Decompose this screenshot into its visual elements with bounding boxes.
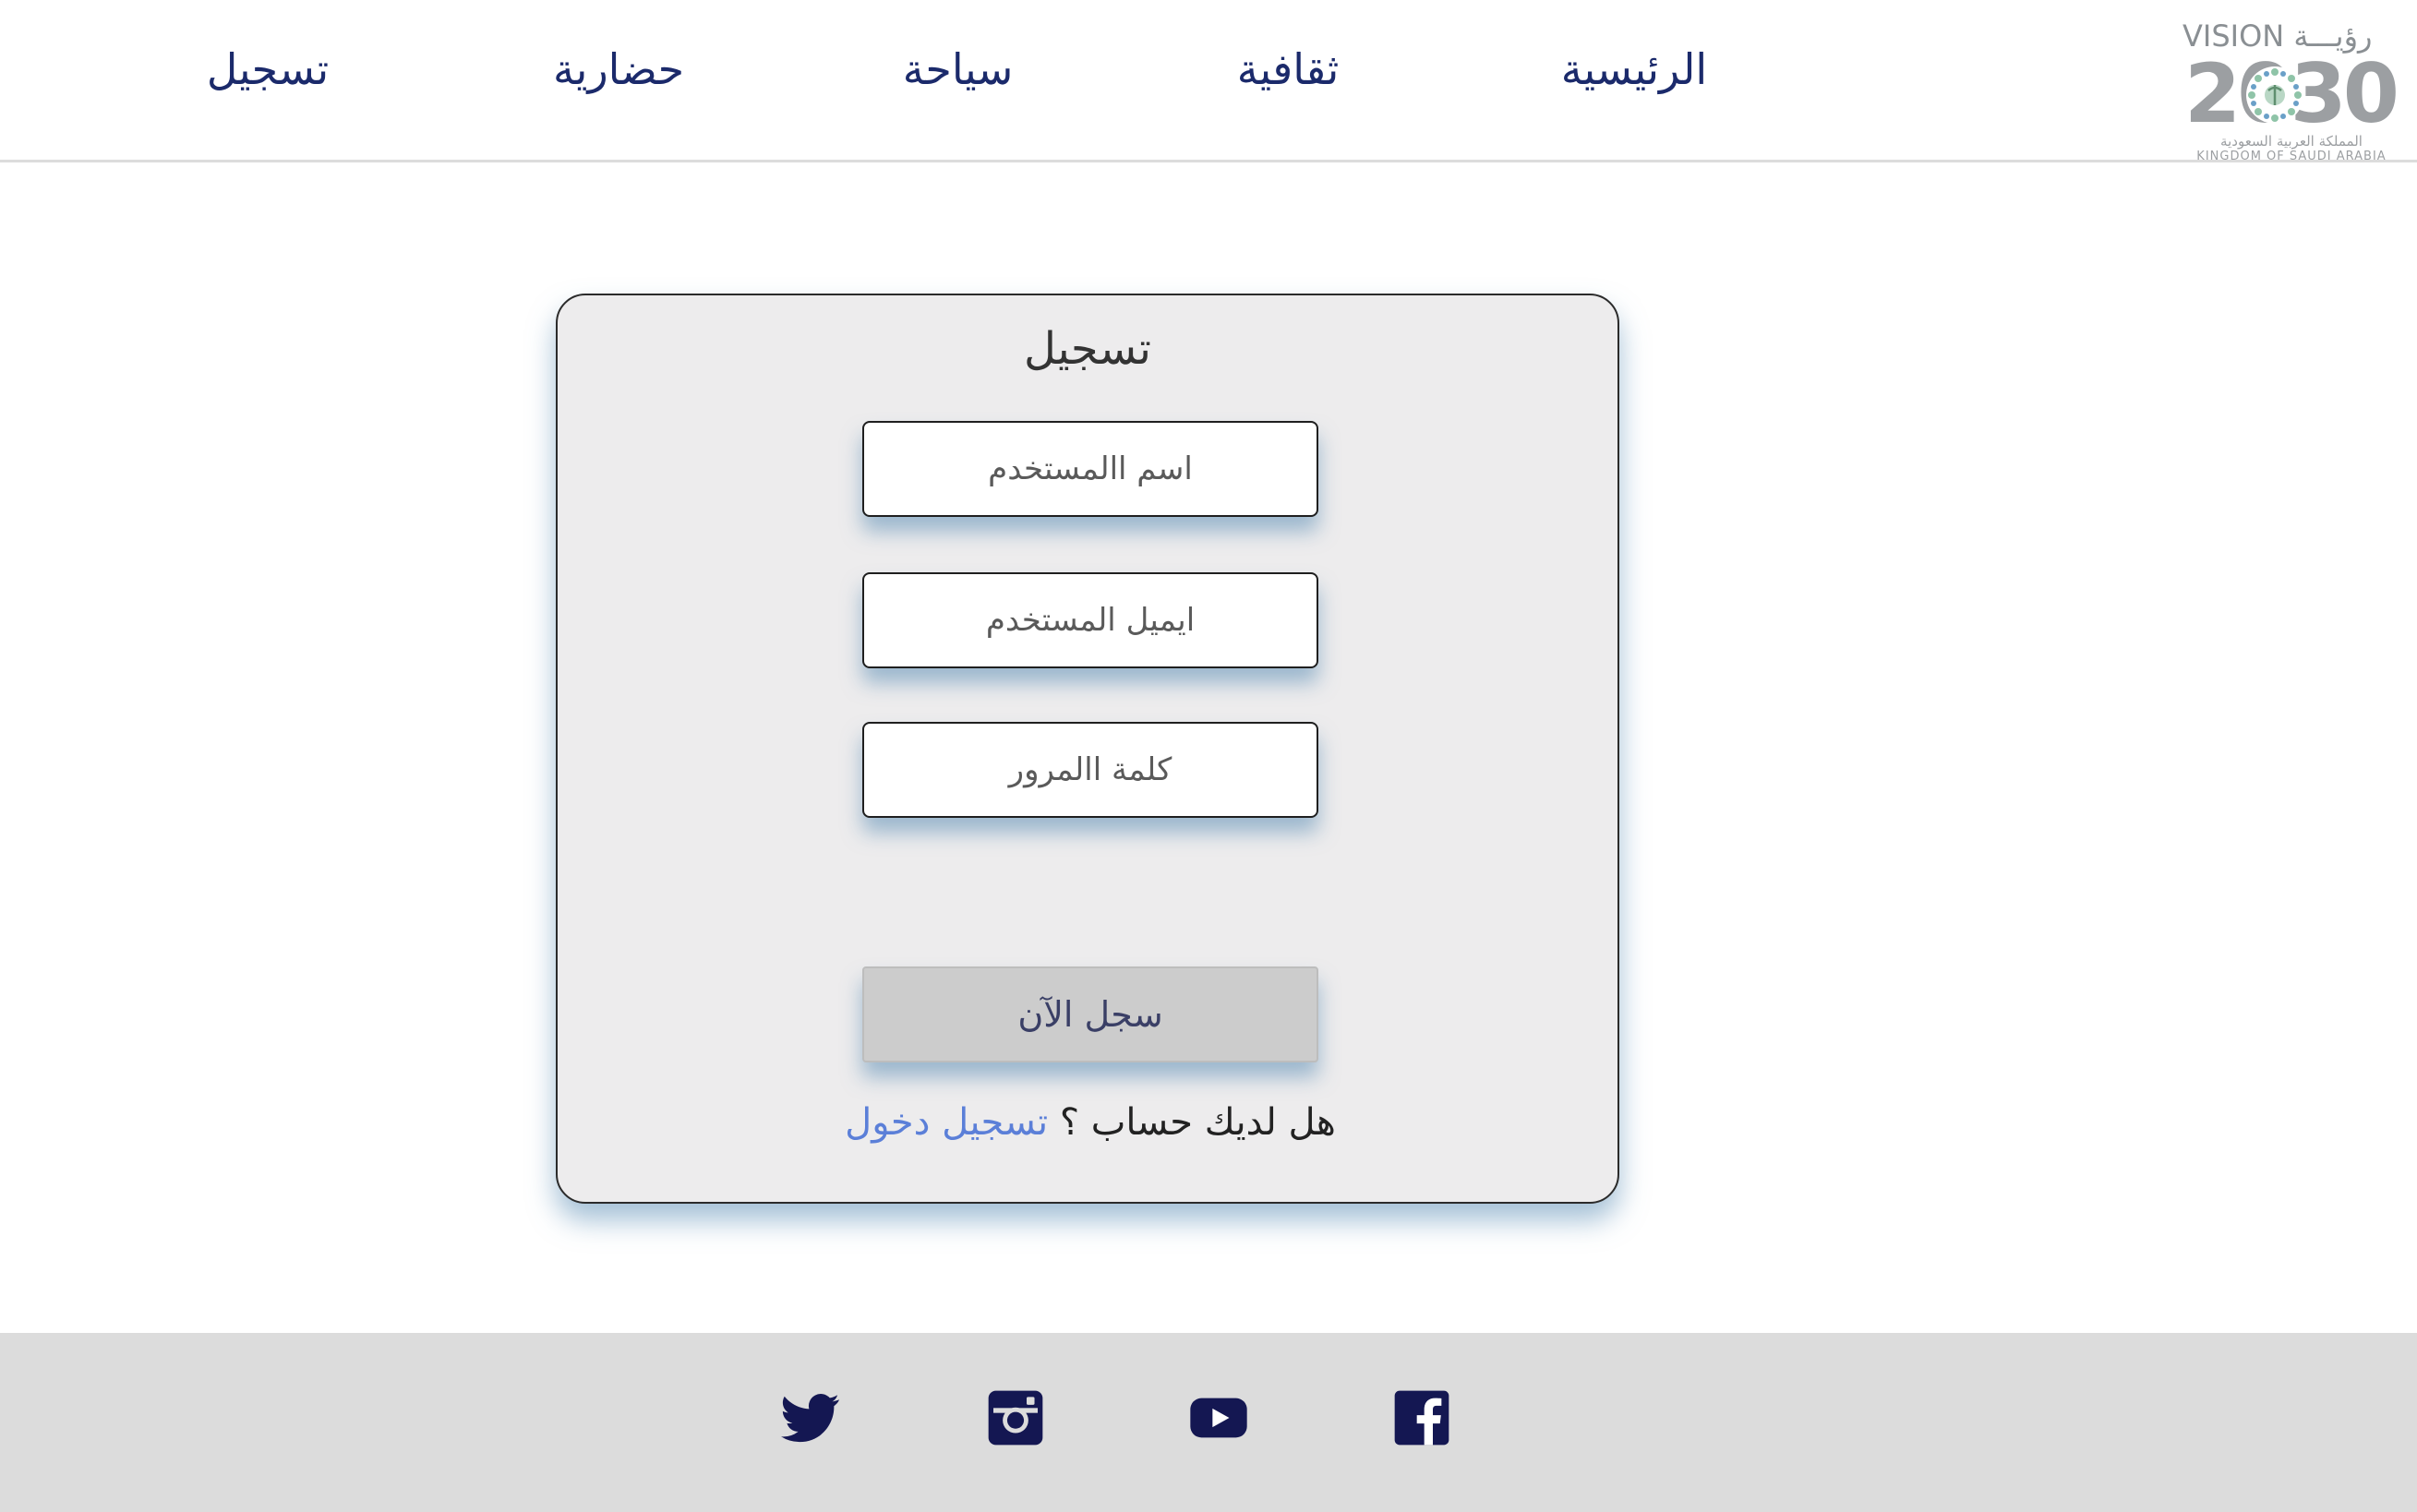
nav-heritage-link[interactable]: حضارية bbox=[517, 37, 720, 102]
instagram-icon[interactable] bbox=[986, 1388, 1045, 1447]
facebook-icon[interactable] bbox=[1392, 1388, 1451, 1447]
registration-card: تسجيل سجل الآن هل لديك حساب ؟ تسجيل دخول bbox=[556, 294, 1619, 1204]
nav-tourism-link[interactable]: سياحة bbox=[859, 37, 1057, 102]
password-field[interactable] bbox=[862, 722, 1318, 818]
nav-register-link[interactable]: تسجيل bbox=[166, 37, 369, 102]
footer bbox=[0, 1333, 2417, 1512]
username-field[interactable] bbox=[862, 421, 1318, 517]
page: الرئيسية ثقافية سياحة حضارية تسجيل VISIO… bbox=[0, 0, 2417, 1512]
palm-emblem-icon bbox=[2246, 66, 2303, 124]
nav-culture-link[interactable]: ثقافية bbox=[1191, 37, 1385, 102]
login-link[interactable]: تسجيل دخول bbox=[845, 1101, 1048, 1144]
vision-2030-logo[interactable]: VISION رؤيـــة 2030 الم bbox=[2183, 13, 2400, 163]
login-prompt: هل لديك حساب ؟ تسجيل دخول bbox=[770, 1093, 1411, 1152]
form-title: تسجيل bbox=[1024, 323, 1151, 375]
logo-arabic-text: المملكة العربية السعودية bbox=[2220, 133, 2363, 150]
login-question-text: هل لديك حساب ؟ bbox=[1048, 1101, 1336, 1144]
register-now-button[interactable]: سجل الآن bbox=[862, 966, 1318, 1062]
twitter-icon[interactable] bbox=[781, 1388, 840, 1447]
logo-english-text: KINGDOM OF SAUDI ARABIA bbox=[2196, 150, 2387, 163]
top-navbar: الرئيسية ثقافية سياحة حضارية تسجيل VISIO… bbox=[0, 0, 2417, 163]
nav-home-link[interactable]: الرئيسية bbox=[1514, 37, 1754, 102]
youtube-icon[interactable] bbox=[1189, 1388, 1248, 1447]
email-field[interactable] bbox=[862, 572, 1318, 668]
